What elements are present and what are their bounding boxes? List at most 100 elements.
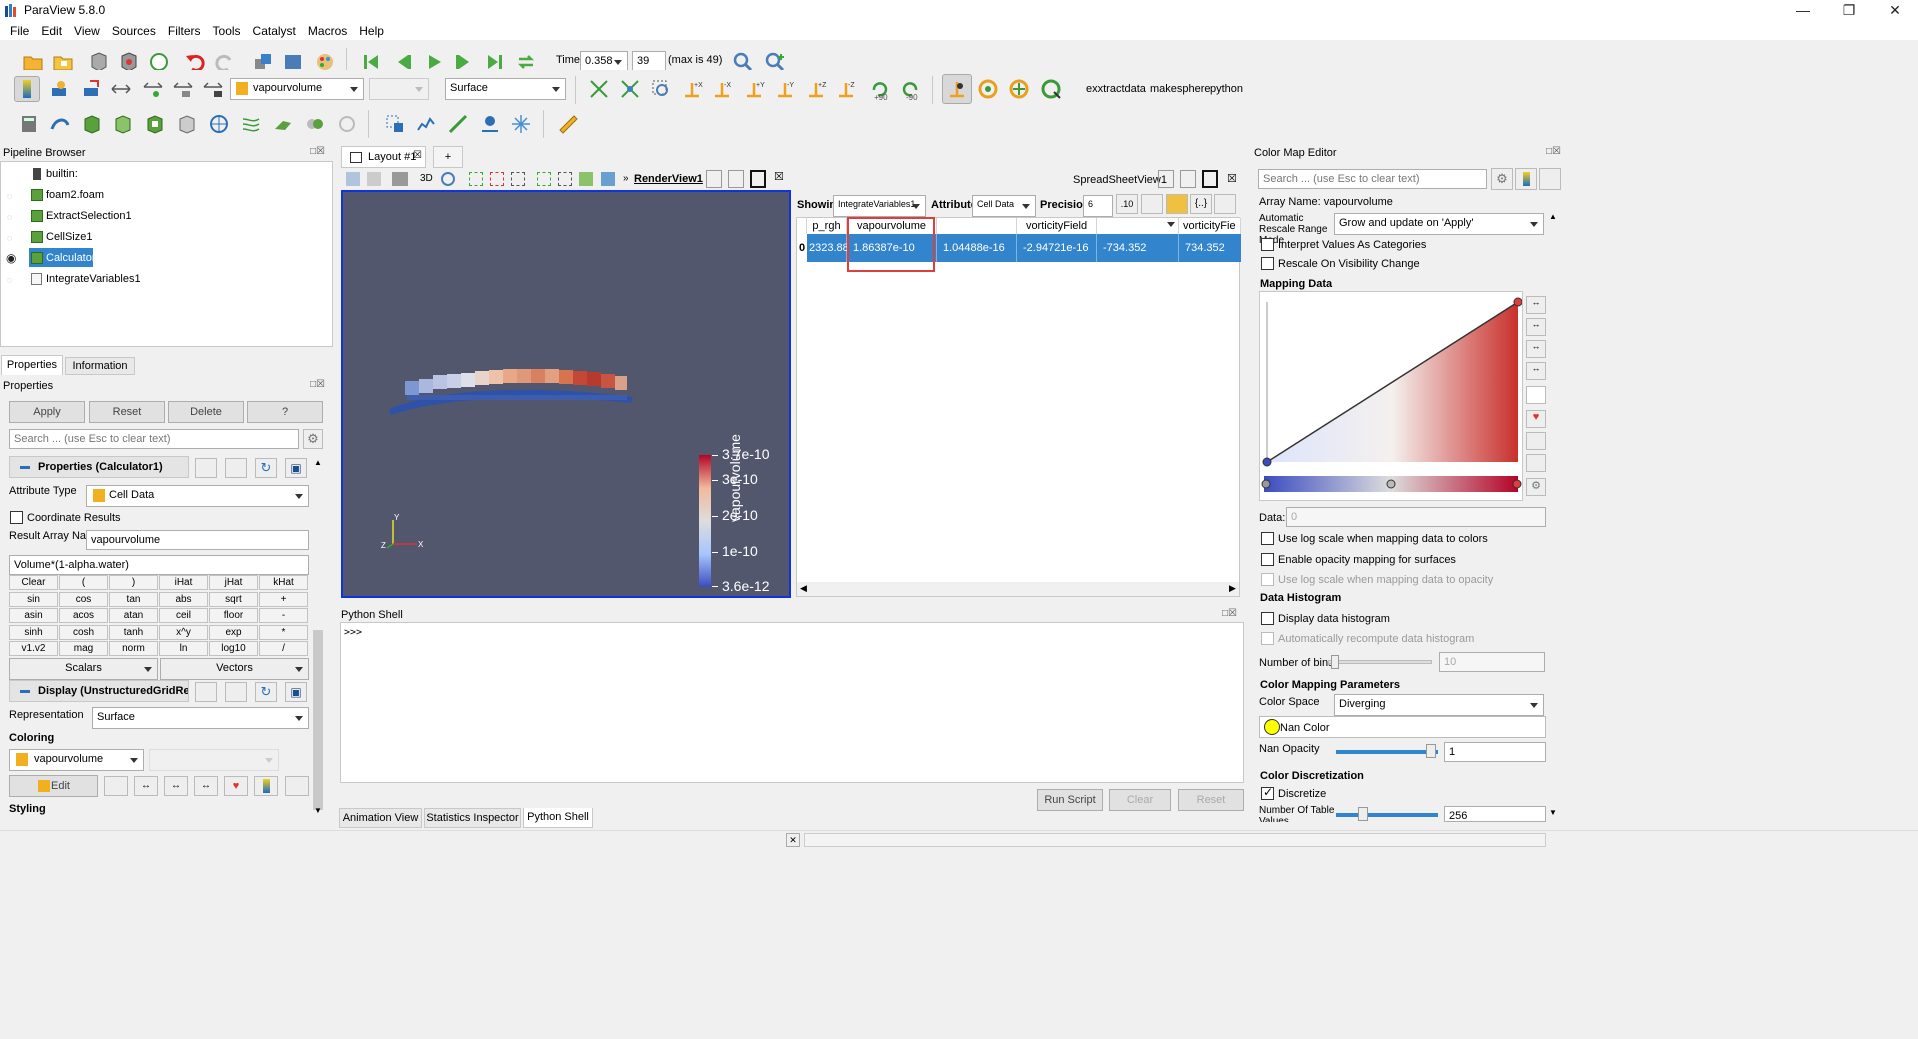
pick-center-icon[interactable] bbox=[1038, 76, 1064, 102]
table-cell[interactable]: 2323.88 bbox=[807, 234, 849, 262]
rescale-visibility-checkbox[interactable] bbox=[1261, 257, 1274, 270]
rotate-minus-90-icon[interactable]: -90 bbox=[898, 74, 924, 104]
show-center-icon[interactable] bbox=[975, 76, 1001, 102]
calc-key[interactable]: log10 bbox=[209, 641, 258, 656]
reset-camera-closest-icon[interactable] bbox=[617, 76, 643, 102]
rescale-custom-icon[interactable]: ↔ bbox=[1526, 318, 1546, 336]
column-header[interactable]: p_rgh bbox=[807, 218, 847, 234]
reset-session-icon[interactable] bbox=[346, 172, 360, 186]
data-input[interactable]: 0 bbox=[1286, 507, 1546, 527]
opacity-curve[interactable] bbox=[1260, 292, 1522, 500]
copy-icon[interactable] bbox=[195, 682, 217, 702]
render-view-name[interactable]: RenderView1 bbox=[634, 173, 703, 185]
tab-properties[interactable]: Properties bbox=[1, 355, 63, 375]
pipeline-dock-buttons[interactable]: □☒ bbox=[310, 146, 325, 157]
calc-key[interactable]: tan bbox=[109, 591, 158, 607]
representation-select[interactable]: Surface bbox=[445, 78, 566, 100]
calc-key[interactable]: ( bbox=[59, 575, 108, 590]
rescale-range-icon[interactable]: ↔ bbox=[134, 776, 158, 796]
scroll-down-icon[interactable]: ▼ bbox=[314, 806, 322, 815]
calc-key[interactable]: acos bbox=[59, 608, 108, 623]
nan-opacity-slider[interactable] bbox=[1336, 744, 1438, 758]
menu-filters[interactable]: Filters bbox=[162, 22, 207, 40]
gear-icon[interactable]: ⚙ bbox=[303, 429, 323, 449]
save-icon[interactable]: ▣ bbox=[285, 458, 307, 478]
add-layout-button[interactable]: + bbox=[433, 146, 463, 168]
calculator-expression-input[interactable]: Volume*(1-alpha.water) bbox=[9, 555, 309, 575]
bins-slider[interactable] bbox=[1328, 655, 1432, 669]
choose-preset-icon[interactable] bbox=[104, 776, 128, 796]
nan-opacity-input[interactable]: 1 bbox=[1444, 742, 1546, 762]
calc-key[interactable]: mag bbox=[59, 641, 108, 656]
calc-key[interactable]: floor bbox=[209, 608, 258, 623]
interpret-categories-checkbox[interactable] bbox=[1261, 238, 1274, 251]
rescale-visible-icon[interactable]: ↔ bbox=[1526, 362, 1546, 380]
zoom-icon[interactable] bbox=[441, 172, 455, 186]
properties-search-input[interactable]: Search ... (use Esc to clear text) bbox=[9, 429, 299, 449]
calc-key[interactable]: exp bbox=[209, 624, 258, 640]
calc-key[interactable]: / bbox=[259, 641, 308, 656]
scroll-right-icon[interactable]: ▶ bbox=[1229, 583, 1236, 594]
rescale-custom-range-icon[interactable] bbox=[140, 76, 166, 102]
toggle-3d-button[interactable]: 3D bbox=[420, 173, 433, 184]
more-tools-icon[interactable]: » bbox=[623, 173, 629, 184]
macro-exxtractdata[interactable]: exxtractdata bbox=[1086, 83, 1146, 95]
capture-icon[interactable] bbox=[367, 172, 381, 186]
menu-file[interactable]: File bbox=[4, 22, 35, 40]
set-view-minus-z-icon[interactable]: -Z bbox=[834, 76, 860, 102]
rescale-data-range-icon[interactable] bbox=[108, 76, 134, 102]
calc-key[interactable]: atan bbox=[109, 608, 158, 623]
calc-key[interactable]: tanh bbox=[109, 624, 158, 640]
extract-level-filter-icon[interactable] bbox=[334, 111, 360, 137]
result-array-name-input[interactable]: vapourvolume bbox=[86, 530, 309, 550]
save-icon[interactable]: ▣ bbox=[285, 682, 307, 702]
edit-color-map-icon[interactable] bbox=[46, 76, 72, 102]
color-space-select[interactable]: Diverging bbox=[1334, 694, 1544, 716]
ruler-icon[interactable] bbox=[555, 111, 581, 137]
select-block-icon[interactable] bbox=[511, 172, 525, 186]
pipeline-item-integratevariables1[interactable]: ◌ IntegrateVariables1 bbox=[1, 269, 331, 290]
refresh-icon[interactable]: ↻ bbox=[255, 458, 277, 478]
coloring-select[interactable]: vapourvolume bbox=[9, 749, 144, 771]
grow-selection-icon[interactable] bbox=[579, 172, 593, 186]
calc-key[interactable]: kHat bbox=[259, 575, 308, 590]
calc-key[interactable]: ln bbox=[159, 641, 208, 656]
contour-filter-icon[interactable] bbox=[47, 111, 73, 137]
eye-open-icon[interactable]: ◉ bbox=[6, 251, 16, 265]
edit-colormap-button[interactable]: Edit bbox=[9, 775, 98, 797]
clear-button[interactable]: Clear bbox=[1109, 789, 1171, 811]
calc-key[interactable]: ) bbox=[109, 575, 158, 590]
set-view-minus-x-icon[interactable]: -X bbox=[710, 76, 736, 102]
tab-animation-view[interactable]: Animation View bbox=[339, 808, 422, 828]
refresh-icon[interactable]: ↻ bbox=[255, 682, 277, 702]
macro-python[interactable]: python bbox=[1210, 83, 1243, 95]
calc-key[interactable]: Clear bbox=[9, 575, 58, 590]
calculator-filter-icon[interactable] bbox=[16, 111, 42, 137]
glyph-filter-icon[interactable] bbox=[206, 111, 232, 137]
stream-tracer-filter-icon[interactable] bbox=[238, 111, 264, 137]
toggle-legend-icon[interactable] bbox=[1515, 168, 1537, 190]
status-close-icon[interactable]: ✕ bbox=[786, 833, 800, 847]
display-histogram-checkbox[interactable] bbox=[1261, 612, 1274, 625]
calc-key[interactable]: iHat bbox=[159, 575, 208, 590]
hover-points-icon[interactable] bbox=[558, 172, 572, 186]
toggle-cell-connectivity-icon[interactable]: {..} bbox=[1190, 194, 1212, 214]
attribute-select[interactable]: Cell Data bbox=[972, 195, 1036, 217]
plot-over-line-icon[interactable] bbox=[445, 111, 471, 137]
column-header[interactable] bbox=[937, 218, 1017, 234]
invert-icon[interactable] bbox=[1526, 386, 1546, 404]
close-window-button[interactable]: ✕ bbox=[1872, 0, 1918, 22]
rescale-range-icon[interactable]: ↔ bbox=[1526, 296, 1546, 314]
camera-icon[interactable] bbox=[392, 172, 408, 186]
maximize-button[interactable]: ❐ bbox=[1826, 0, 1872, 22]
gear-icon[interactable]: ⚙ bbox=[1526, 478, 1546, 496]
coordinate-results-checkbox[interactable] bbox=[10, 511, 23, 524]
reset-range-icon[interactable] bbox=[78, 76, 104, 102]
column-header[interactable]: vorticityField bbox=[1017, 218, 1097, 234]
calc-key[interactable]: cos bbox=[59, 591, 108, 607]
calc-key[interactable]: norm bbox=[109, 641, 158, 656]
menu-view[interactable]: View bbox=[68, 22, 106, 40]
run-script-button[interactable]: Run Script bbox=[1037, 789, 1103, 811]
extract-subset-filter-icon[interactable] bbox=[174, 111, 200, 137]
eye-closed-icon[interactable]: ◌ bbox=[7, 275, 12, 285]
